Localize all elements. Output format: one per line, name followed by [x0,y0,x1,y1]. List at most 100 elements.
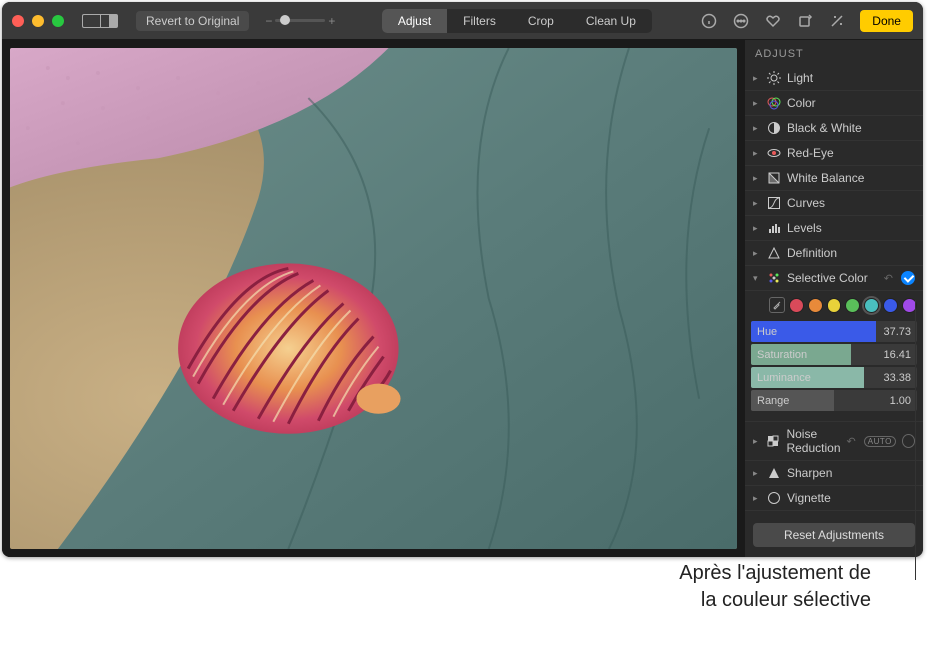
maximize-window-button[interactable] [52,15,64,27]
zoom-slider[interactable]: − + [265,14,335,28]
adj-curves[interactable]: ▸ Curves [745,191,923,216]
adj-sharpen[interactable]: ▸ Sharpen [745,461,923,486]
swatch-row [751,295,917,319]
photo-preview [10,48,737,549]
saturation-slider[interactable]: Saturation 16.41 [751,344,917,365]
callout-line [915,300,916,580]
selective-color-panel: Hue 37.73 Saturation 16.41 Luminance 33.… [745,291,923,422]
adj-wb[interactable]: ▸ White Balance [745,166,923,191]
adj-label: Selective Color [787,271,878,285]
app-window: Revert to Original − + Adjust Filters Cr… [2,2,923,557]
slider-value: 1.00 [890,395,917,407]
adj-label: Light [787,71,915,85]
eye-icon [767,146,781,160]
adj-noise[interactable]: ▸ Noise Reduction ↶ AUTO [745,422,923,461]
toolbar: Revert to Original − + Adjust Filters Cr… [2,2,923,40]
close-window-button[interactable] [12,15,24,27]
swatch-red[interactable] [789,298,804,313]
more-icon[interactable] [730,10,752,32]
swatch-yellow[interactable] [827,298,842,313]
enhance-icon[interactable] [826,10,848,32]
caption-text: Après l'ajustement de la couleur sélecti… [0,560,871,614]
adj-label: Red-Eye [787,146,915,160]
mode-adjust[interactable]: Adjust [382,9,447,33]
color-rings-icon [767,96,781,110]
image-canvas[interactable] [2,40,745,557]
chevron-right-icon: ▸ [753,73,761,84]
rotate-icon[interactable] [794,10,816,32]
mode-segmented-control: Adjust Filters Crop Clean Up [382,9,652,33]
chevron-right-icon: ▸ [753,148,761,159]
adj-vignette[interactable]: ▸ Vignette [745,486,923,511]
chevron-right-icon: ▸ [753,173,761,184]
swatch-green[interactable] [845,298,860,313]
adj-label: Black & White [787,121,915,135]
adj-definition[interactable]: ▸ Definition [745,241,923,266]
slider-label: Range [751,395,890,407]
swatch-cyan[interactable] [864,298,879,313]
caption-area: Après l'ajustement de la couleur sélecti… [0,560,931,614]
chevron-right-icon: ▸ [753,493,761,504]
info-icon[interactable] [698,10,720,32]
adj-levels[interactable]: ▸ Levels [745,216,923,241]
auto-badge[interactable]: AUTO [864,436,896,447]
hue-slider[interactable]: Hue 37.73 [751,321,917,342]
adj-label: Color [787,96,915,110]
checker-icon [766,434,780,448]
eyedropper-button[interactable] [769,297,785,313]
done-button[interactable]: Done [860,10,913,32]
main-area: ADJUST ▸ Light ▸ Color ▸ Black & White ▸… [2,40,923,557]
undo-icon[interactable]: ↶ [884,272,893,285]
undo-icon[interactable]: ↶ [847,435,856,448]
slider-value: 33.38 [883,372,917,384]
enable-checkbox[interactable] [902,434,915,448]
range-slider[interactable]: Range 1.00 [751,390,917,411]
adj-redeye[interactable]: ▸ Red-Eye [745,141,923,166]
adj-label: Vignette [787,491,915,505]
slider-label: Saturation [751,349,883,361]
window-controls [12,15,64,27]
revert-button[interactable]: Revert to Original [136,11,249,31]
enable-checkbox[interactable] [901,271,915,285]
adjust-sidebar: ADJUST ▸ Light ▸ Color ▸ Black & White ▸… [745,40,923,557]
sidebar-header: ADJUST [745,40,923,66]
adj-label: White Balance [787,171,915,185]
adj-bw[interactable]: ▸ Black & White [745,116,923,141]
mode-cleanup[interactable]: Clean Up [570,9,652,33]
slider-label: Luminance [751,372,883,384]
vignette-icon [767,491,781,505]
wb-icon [767,171,781,185]
favorite-icon[interactable] [762,10,784,32]
half-circle-icon [767,121,781,135]
triangle-icon [767,246,781,260]
adj-color[interactable]: ▸ Color [745,91,923,116]
dots-icon [767,271,781,285]
adj-label: Sharpen [787,466,915,480]
chevron-right-icon: ▸ [753,223,761,234]
adj-selective-color[interactable]: ▾ Selective Color ↶ [745,266,923,291]
adj-label: Curves [787,196,915,210]
adj-label: Definition [787,246,915,260]
levels-icon [767,221,781,235]
reset-adjustments-button[interactable]: Reset Adjustments [753,523,915,547]
luminance-slider[interactable]: Luminance 33.38 [751,367,917,388]
slider-label: Hue [751,326,883,338]
triangle-icon [767,466,781,480]
chevron-down-icon: ▾ [753,273,761,284]
chevron-right-icon: ▸ [753,436,760,447]
toolbar-actions [698,10,848,32]
sun-icon [767,71,781,85]
sidebar-toggle[interactable] [82,14,118,28]
mode-filters[interactable]: Filters [447,9,512,33]
chevron-right-icon: ▸ [753,123,761,134]
slider-value: 37.73 [883,326,917,338]
swatch-orange[interactable] [808,298,823,313]
chevron-right-icon: ▸ [753,248,761,259]
swatch-blue[interactable] [883,298,898,313]
adj-light[interactable]: ▸ Light [745,66,923,91]
curves-icon [767,196,781,210]
chevron-right-icon: ▸ [753,98,761,109]
minimize-window-button[interactable] [32,15,44,27]
mode-crop[interactable]: Crop [512,9,570,33]
chevron-right-icon: ▸ [753,198,761,209]
